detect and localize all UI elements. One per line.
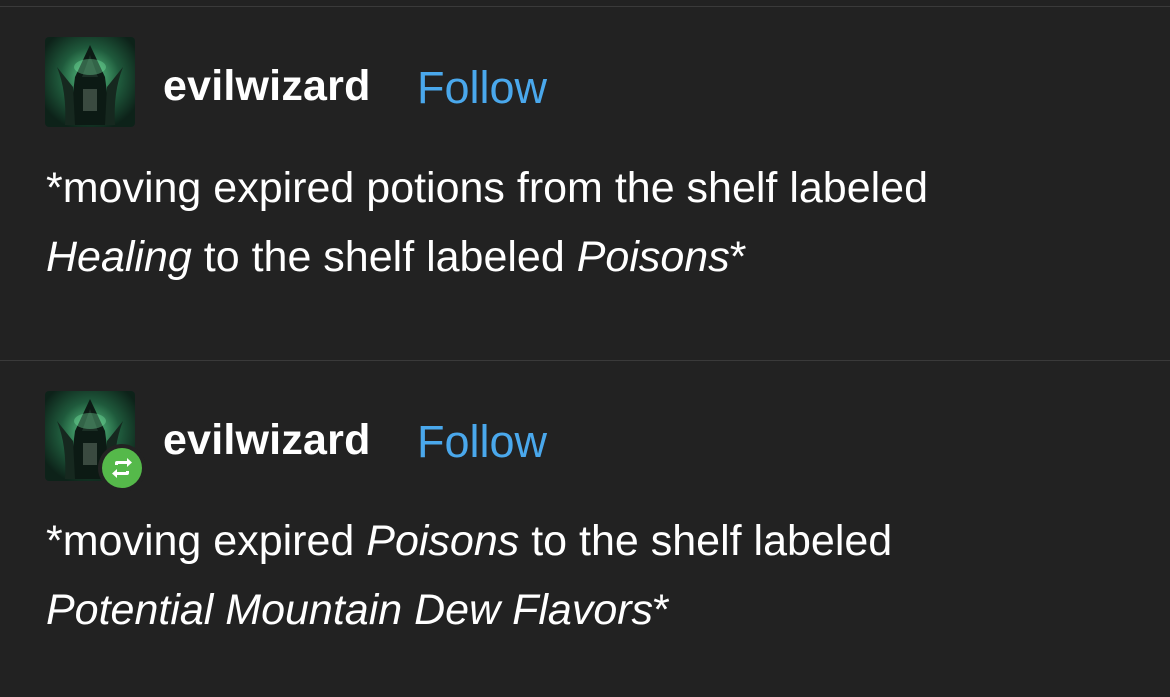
body-italic-text: Potential Mountain Dew Flavors (46, 586, 654, 634)
top-divider (0, 6, 1170, 7)
body-text: * (653, 586, 670, 634)
reblog-badge (98, 444, 146, 492)
dashboard-page: evilwizard Follow *moving expired potion… (0, 0, 1170, 697)
post-original: evilwizard Follow *moving expired potion… (0, 37, 1170, 281)
post-body: *moving expired Poisons to the shelf lab… (46, 507, 1136, 645)
body-text: * (729, 233, 747, 281)
body-text: *moving expired potions from the shelf l… (46, 164, 929, 212)
hooded-wizard-avatar-icon (45, 37, 135, 127)
body-italic-text: Poisons (576, 233, 730, 281)
post-header: evilwizard Follow (0, 37, 1170, 127)
body-text: *moving expired (46, 517, 367, 565)
follow-button[interactable]: Follow (417, 419, 547, 464)
post-reblog: evilwizard Follow *moving expired Poison… (0, 391, 1170, 634)
post-divider (0, 360, 1170, 361)
body-italic-text: Healing (46, 233, 192, 281)
avatar[interactable] (45, 37, 135, 127)
body-italic-text: Poisons (366, 517, 520, 565)
username[interactable]: evilwizard (163, 65, 371, 108)
reblog-icon (112, 458, 132, 478)
username[interactable]: evilwizard (163, 419, 371, 462)
post-header: evilwizard Follow (0, 391, 1170, 492)
body-text: to the shelf labeled (191, 233, 577, 281)
post-body: *moving expired potions from the shelf l… (46, 154, 1136, 292)
body-text: to the shelf labeled (519, 517, 893, 565)
follow-button[interactable]: Follow (417, 65, 547, 110)
